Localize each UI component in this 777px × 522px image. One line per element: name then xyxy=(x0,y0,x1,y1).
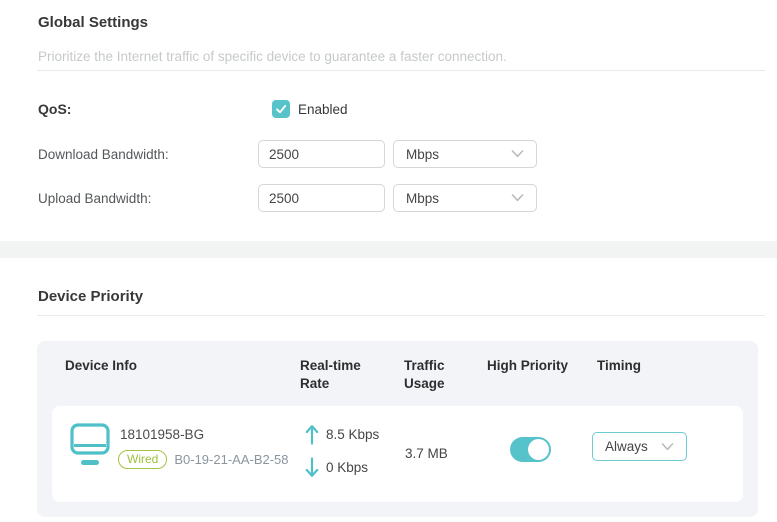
download-rate-value: 0 Kbps xyxy=(326,460,369,475)
section-separator xyxy=(0,241,777,258)
upload-unit-value: Mbps xyxy=(406,190,440,206)
device-mac-address: B0-19-21-AA-B2-58 xyxy=(174,452,289,467)
download-bandwidth-label: Download Bandwidth: xyxy=(38,147,169,162)
chevron-down-icon xyxy=(511,194,524,202)
timing-select[interactable]: Always xyxy=(592,432,687,461)
chevron-down-icon xyxy=(661,442,674,450)
download-unit-select[interactable]: Mbps xyxy=(393,140,537,168)
download-bandwidth-input[interactable] xyxy=(258,140,385,168)
global-settings-subtitle: Prioritize the Internet traffic of speci… xyxy=(38,49,507,64)
upload-bandwidth-label: Upload Bandwidth: xyxy=(38,191,152,206)
qos-enabled-checkbox[interactable] xyxy=(272,100,290,118)
download-unit-value: Mbps xyxy=(406,146,440,162)
upload-bandwidth-input[interactable] xyxy=(258,184,385,212)
device-priority-table: Device Info Real-time Rate Traffic Usage… xyxy=(37,341,758,517)
arrow-up-icon xyxy=(305,425,319,445)
traffic-usage-value: 3.7 MB xyxy=(405,446,448,461)
column-header-realtime-rate: Real-time Rate xyxy=(300,358,361,392)
upload-unit-select[interactable]: Mbps xyxy=(393,184,537,212)
toggle-knob xyxy=(528,439,549,460)
column-header-device-info: Device Info xyxy=(65,358,138,373)
computer-monitor-icon xyxy=(70,423,110,465)
high-priority-toggle[interactable] xyxy=(510,437,551,462)
column-header-timing: Timing xyxy=(597,358,642,373)
connection-type-badge: Wired xyxy=(118,450,168,469)
qos-label: QoS: xyxy=(38,101,72,117)
upload-rate-value: 8.5 Kbps xyxy=(326,427,380,442)
column-header-high-priority: High Priority xyxy=(487,358,569,373)
device-name: 18101958-BG xyxy=(120,427,205,442)
qos-settings-page: Global Settings Prioritize the Internet … xyxy=(0,0,777,522)
divider xyxy=(37,315,765,316)
timing-value: Always xyxy=(605,439,648,454)
divider xyxy=(37,70,765,71)
device-row: 18101958-BG Wired B0-19-21-AA-B2-58 8.5 … xyxy=(52,406,743,502)
device-priority-title: Device Priority xyxy=(38,288,144,305)
global-settings-title: Global Settings xyxy=(38,14,149,31)
checkmark-icon xyxy=(276,104,287,114)
column-header-traffic-usage: Traffic Usage xyxy=(404,358,445,392)
arrow-down-icon xyxy=(305,457,319,477)
qos-enabled-label: Enabled xyxy=(298,102,348,117)
chevron-down-icon xyxy=(511,150,524,158)
